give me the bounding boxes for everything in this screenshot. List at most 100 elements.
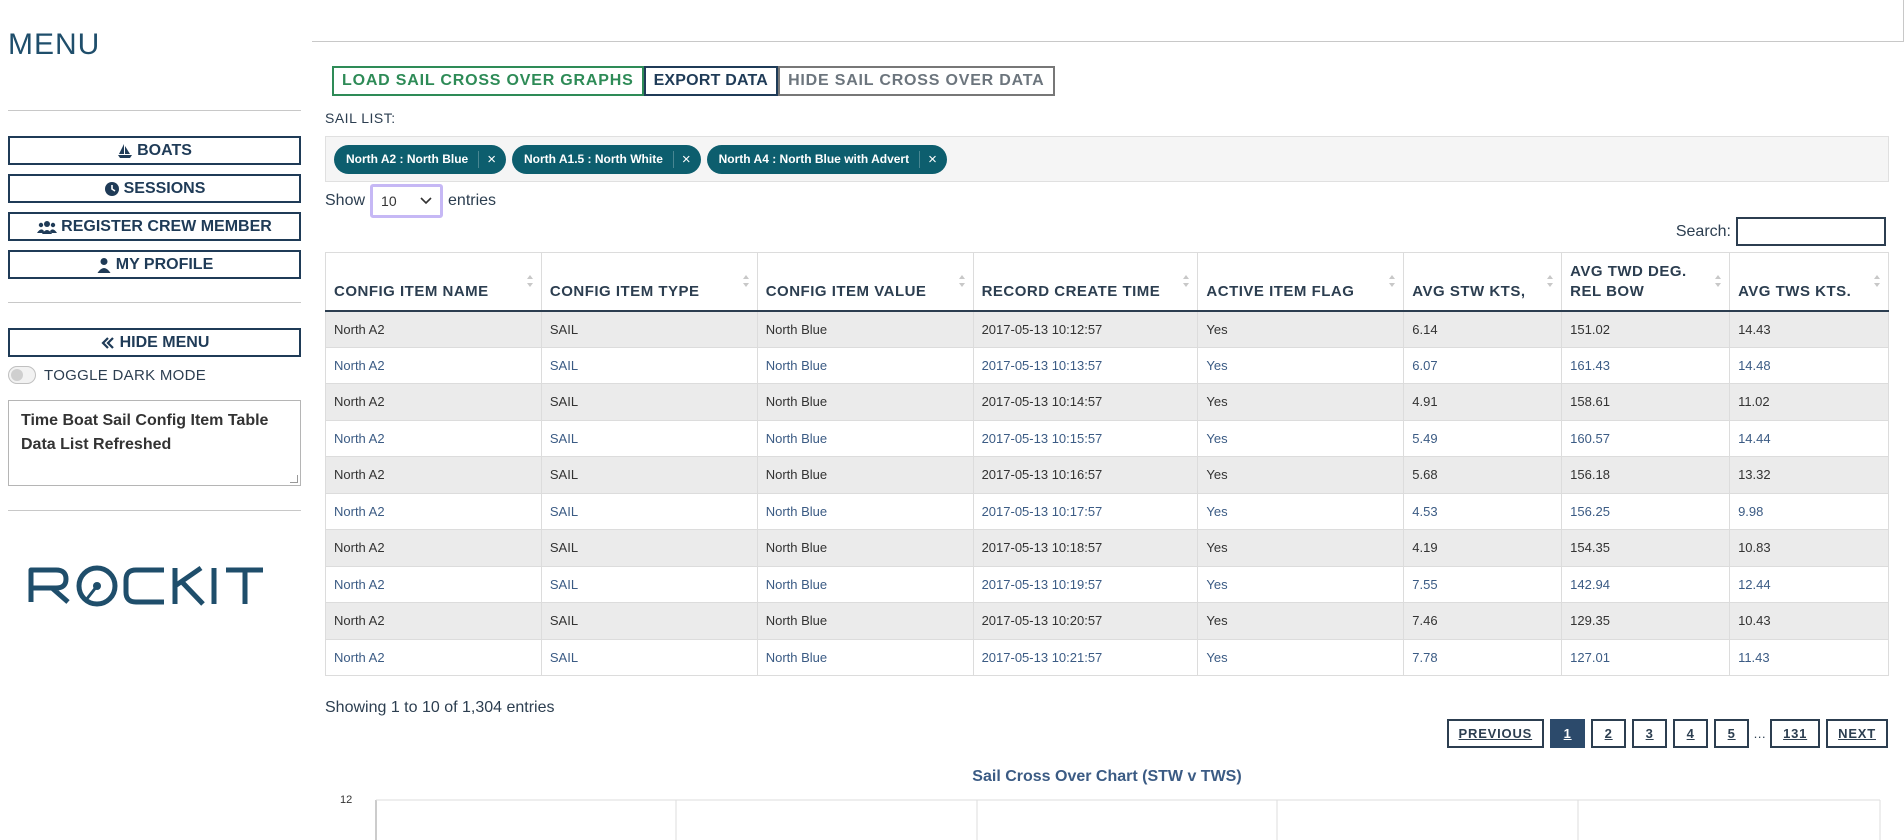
- table-row[interactable]: North A2 SAIL North Blue 2017-05-13 10:12:5…: [325, 310, 1889, 348]
- entries-select[interactable]: 10: [370, 184, 444, 218]
- table-row[interactable]: North A2 SAIL North Blue 2017-05-13 10:15:5…: [325, 420, 1889, 457]
- table-row[interactable]: North A2 SAIL North Blue 2017-05-13 10:16:5…: [325, 456, 1889, 494]
- status-message: Time Boat Sail Config Item Table Data Li…: [21, 412, 269, 453]
- page-button[interactable]: 5: [1714, 719, 1750, 748]
- dark-mode-toggle[interactable]: [8, 366, 36, 384]
- table-cell: North A2: [325, 493, 542, 530]
- table-cell: North A2: [325, 310, 542, 348]
- table-cell: 161.43: [1561, 347, 1731, 384]
- sort-icon: [958, 275, 965, 287]
- sail-chip-label: North A2 : North Blue: [346, 152, 469, 166]
- page-button[interactable]: 4: [1673, 719, 1709, 748]
- hide-menu-button[interactable]: HIDE MENU: [8, 328, 301, 357]
- table-cell: North Blue: [757, 493, 974, 530]
- table-row[interactable]: North A2 SAIL North Blue 2017-05-13 10:13:5…: [325, 347, 1889, 384]
- table-cell: SAIL: [541, 420, 758, 457]
- sail-chip: North A1.5 : North White ×: [511, 144, 701, 174]
- column-header[interactable]: RECORD CREATE TIME: [973, 252, 1199, 312]
- table-cell: 2017-05-13 10:14:57: [973, 383, 1199, 421]
- column-header[interactable]: ACTIVE ITEM FLAG: [1197, 252, 1405, 312]
- users-icon: [37, 220, 58, 234]
- table-cell: 127.01: [1561, 639, 1731, 676]
- menu-title: MENU: [8, 28, 101, 61]
- sidebar-divider: [8, 302, 301, 303]
- table-row[interactable]: North A2 SAIL North Blue 2017-05-13 10:17:5…: [325, 493, 1889, 530]
- table-cell: 129.35: [1561, 602, 1731, 640]
- table-cell: Yes: [1197, 566, 1405, 603]
- column-header[interactable]: AVG TWD DEG. REL BOW: [1561, 252, 1731, 312]
- table-cell: 2017-05-13 10:16:57: [973, 456, 1199, 494]
- table-cell: 14.48: [1729, 347, 1889, 384]
- status-message-box[interactable]: Time Boat Sail Config Item Table Data Li…: [8, 400, 301, 486]
- table-row[interactable]: North A2 SAIL North Blue 2017-05-13 10:18:5…: [325, 529, 1889, 567]
- table-cell: North Blue: [757, 420, 974, 457]
- sail-list-select[interactable]: North A2 : North Blue × North A1.5 : Nor…: [325, 136, 1889, 182]
- page-button[interactable]: 3: [1632, 719, 1668, 748]
- column-header[interactable]: CONFIG ITEM NAME: [325, 252, 542, 312]
- sort-icon: [1715, 275, 1722, 287]
- table-cell: 7.78: [1403, 639, 1563, 676]
- table-cell: 154.35: [1561, 529, 1731, 567]
- rockit-logo: [28, 565, 263, 607]
- table-row[interactable]: North A2 SAIL North Blue 2017-05-13 10:19:5…: [325, 566, 1889, 603]
- table-cell: North A2: [325, 639, 542, 676]
- sail-chip: North A4 : North Blue with Advert ×: [706, 144, 947, 174]
- chart-title: Sail Cross Over Chart (STW v TWS): [972, 768, 1242, 785]
- next-page-button[interactable]: NEXT: [1826, 719, 1888, 748]
- sail-chip-label: North A4 : North Blue with Advert: [718, 152, 910, 166]
- table-info: Showing 1 to 10 of 1,304 entries: [325, 699, 555, 716]
- table-cell: North Blue: [757, 529, 974, 567]
- table-row[interactable]: North A2 SAIL North Blue 2017-05-13 10:21:5…: [325, 639, 1889, 676]
- search-label: Search:: [1675, 222, 1731, 240]
- sail-list-label: SAIL LIST:: [325, 110, 396, 126]
- table-cell: 160.57: [1561, 420, 1731, 457]
- hide-cross-over-button[interactable]: HIDE SAIL CROSS OVER DATA: [778, 66, 1055, 96]
- table-cell: North A2: [325, 566, 542, 603]
- last-page-button[interactable]: 131: [1770, 719, 1821, 748]
- table-row[interactable]: North A2 SAIL North Blue 2017-05-13 10:20:5…: [325, 602, 1889, 640]
- previous-page-button[interactable]: PREVIOUS: [1446, 719, 1545, 748]
- resize-handle[interactable]: [290, 475, 298, 483]
- table-cell: Yes: [1197, 420, 1405, 457]
- header-divider: [312, 41, 1904, 42]
- register-crew-label: REGISTER CREW MEMBER: [61, 217, 272, 235]
- load-graphs-button[interactable]: LOAD SAIL CROSS OVER GRAPHS: [332, 66, 644, 96]
- sessions-button[interactable]: SESSIONS: [8, 174, 301, 203]
- register-crew-button[interactable]: REGISTER CREW MEMBER: [8, 212, 301, 241]
- toolbar: LOAD SAIL CROSS OVER GRAPHS EXPORT DATA …: [332, 66, 1055, 96]
- my-profile-button[interactable]: MY PROFILE: [8, 250, 301, 279]
- sail-chip-label: North A1.5 : North White: [523, 152, 663, 166]
- table-cell: North Blue: [757, 310, 974, 348]
- table-cell: North Blue: [757, 347, 974, 384]
- column-header[interactable]: AVG TWS KTS.: [1729, 252, 1889, 312]
- sort-icon: [526, 275, 533, 287]
- show-label: Show: [325, 192, 366, 209]
- table-cell: SAIL: [541, 383, 758, 421]
- column-header[interactable]: CONFIG ITEM TYPE: [541, 252, 758, 312]
- remove-chip-icon[interactable]: ×: [672, 150, 691, 168]
- table-cell: SAIL: [541, 310, 758, 348]
- sort-icon: [1547, 275, 1554, 287]
- table-cell: SAIL: [541, 529, 758, 567]
- remove-chip-icon[interactable]: ×: [919, 150, 937, 168]
- sort-icon: [1874, 275, 1880, 287]
- remove-chip-icon[interactable]: ×: [478, 150, 496, 168]
- column-header[interactable]: CONFIG ITEM VALUE: [757, 252, 974, 312]
- boats-button[interactable]: BOATS: [8, 136, 301, 165]
- table-cell: North A2: [325, 456, 542, 494]
- column-header[interactable]: AVG STW KTS,: [1403, 252, 1563, 312]
- dark-mode-label: TOGGLE DARK MODE: [44, 366, 207, 384]
- sidebar-divider: [8, 110, 301, 111]
- search-input[interactable]: [1736, 217, 1886, 246]
- table-cell: 7.55: [1403, 566, 1563, 603]
- table-cell: North Blue: [757, 639, 974, 676]
- entries-label: entries: [448, 192, 497, 209]
- table-cell: 6.14: [1403, 310, 1563, 348]
- table-cell: SAIL: [541, 639, 758, 676]
- table-row[interactable]: North A2 SAIL North Blue 2017-05-13 10:14:5…: [325, 383, 1889, 421]
- hide-menu-label: HIDE MENU: [119, 333, 210, 351]
- page-button[interactable]: 2: [1591, 719, 1627, 748]
- export-data-button[interactable]: EXPORT DATA: [643, 66, 779, 96]
- table-cell: North Blue: [757, 602, 974, 640]
- page-button[interactable]: 1: [1550, 719, 1586, 748]
